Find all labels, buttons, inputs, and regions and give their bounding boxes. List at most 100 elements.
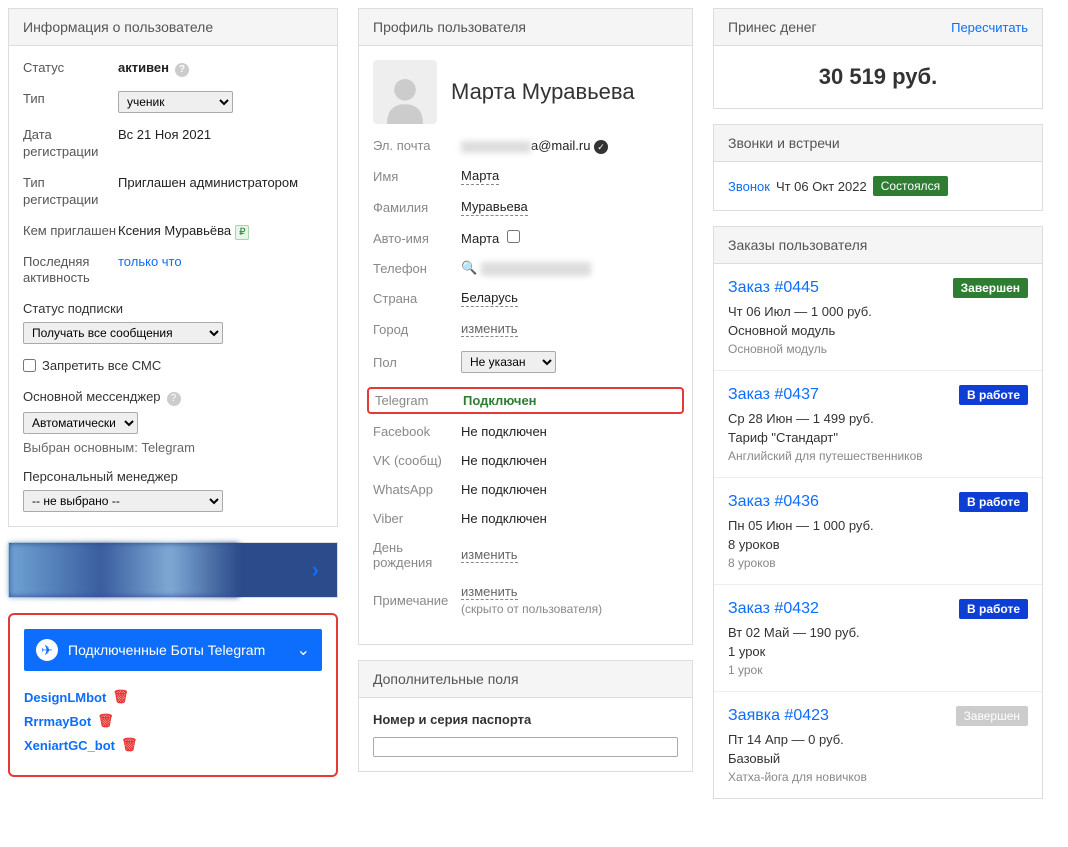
phone-row: Телефон 🔍 xyxy=(373,260,678,276)
bot-name[interactable]: RrrmayBot xyxy=(24,714,91,729)
chevron-right-icon[interactable]: › xyxy=(312,557,319,583)
type-select[interactable]: ученик xyxy=(118,91,233,113)
name-value[interactable]: Марта xyxy=(461,168,499,185)
whatsapp-label: WhatsApp xyxy=(373,482,461,497)
lastact-label: Последняя активность xyxy=(23,254,118,288)
forbid-sms-row[interactable]: Запретить все СМС xyxy=(23,358,323,373)
lastact-value[interactable]: только что xyxy=(118,254,323,269)
regtype-row: Тип регистрации Приглашен администраторо… xyxy=(23,175,323,209)
city-label: Город xyxy=(373,322,461,337)
order-product: Основной модуль xyxy=(728,323,1028,338)
invitedby-value: Ксения Муравьёва xyxy=(118,223,231,238)
search-icon[interactable]: 🔍 xyxy=(461,260,477,275)
order-status-badge: Завершен xyxy=(953,278,1028,298)
trash-icon[interactable]: 🗑 xyxy=(112,689,129,705)
substatus-select[interactable]: Получать все сообщения xyxy=(23,322,223,344)
substatus-label: Статус подписки xyxy=(23,301,323,316)
order-status-badge: В работе xyxy=(959,492,1028,512)
bot-entry[interactable]: XeniartGC_bot 🗑 xyxy=(24,737,322,753)
regdate-row: Дата регистрации Вс 21 Ноя 2021 xyxy=(23,127,323,161)
facebook-row: Facebook Не подключен xyxy=(373,424,678,439)
passport-label: Номер и серия паспорта xyxy=(373,712,678,727)
call-date: Чт 06 Окт 2022 xyxy=(776,179,867,194)
help-icon[interactable]: ? xyxy=(167,392,181,406)
blurred-panel[interactable]: › xyxy=(8,542,338,598)
autoname-row: Авто-имя Марта xyxy=(373,230,678,246)
order-title-link[interactable]: Заказ #0445 xyxy=(728,279,819,297)
order-item: Заказ #0436В работеПн 05 Июн — 1 000 руб… xyxy=(714,478,1042,585)
order-item: Заявка #0423ЗавершенПт 14 Апр — 0 руб.Ба… xyxy=(714,692,1042,798)
order-title-link[interactable]: Заказ #0437 xyxy=(728,386,819,404)
autoname-checkbox[interactable] xyxy=(507,230,520,243)
forbid-sms-checkbox[interactable] xyxy=(23,359,36,372)
whatsapp-row: WhatsApp Не подключен xyxy=(373,482,678,497)
country-label: Страна xyxy=(373,291,461,306)
vk-label: VK (сообщ) xyxy=(373,453,461,468)
lastact-row: Последняя активность только что xyxy=(23,254,323,288)
order-product: Тариф "Стандарт" xyxy=(728,430,1028,445)
invitedby-row: Кем приглашен Ксения Муравьёва₽ xyxy=(23,223,323,240)
order-title-link[interactable]: Заказ #0432 xyxy=(728,600,819,618)
order-subtitle: Основной модуль xyxy=(728,342,1028,356)
bot-entry[interactable]: DesignLMbot 🗑 xyxy=(24,689,322,705)
telegram-bots-bar[interactable]: ✈ Подключенные Боты Telegram ⌄ xyxy=(24,629,322,671)
pm-select[interactable]: -- не выбрано -- xyxy=(23,490,223,512)
bot-name[interactable]: XeniartGC_bot xyxy=(24,738,115,753)
help-icon[interactable]: ? xyxy=(175,63,189,77)
vk-row: VK (сообщ) Не подключен xyxy=(373,453,678,468)
main-messenger-select[interactable]: Автоматически xyxy=(23,412,138,434)
order-title-link[interactable]: Заявка #0423 xyxy=(728,707,829,725)
viber-value: Не подключен xyxy=(461,511,678,526)
phone-label: Телефон xyxy=(373,261,461,276)
orders-panel: Заказы пользователя Заказ #0445ЗавершенЧ… xyxy=(713,226,1043,799)
blurred-content xyxy=(9,543,239,597)
chevron-down-icon[interactable]: ⌄ xyxy=(297,640,310,660)
surname-value[interactable]: Муравьева xyxy=(461,199,528,216)
recalc-link[interactable]: Пересчитать xyxy=(951,20,1028,35)
country-row: Страна Беларусь xyxy=(373,290,678,307)
birthday-row: День рождения изменить xyxy=(373,540,678,570)
user-info-panel: Информация о пользователе Статус активен… xyxy=(8,8,338,527)
city-change-link[interactable]: изменить xyxy=(461,321,518,337)
call-status-badge: Состоялся xyxy=(873,176,948,196)
telegram-bots-label: Подключенные Боты Telegram xyxy=(68,642,297,658)
regdate-value: Вс 21 Ноя 2021 xyxy=(118,127,323,142)
order-date: Чт 06 Июл — 1 000 руб. xyxy=(728,304,1028,319)
passport-input[interactable] xyxy=(373,737,678,757)
telegram-row-highlight: Telegram Подключен xyxy=(367,387,684,414)
birthday-label: День рождения xyxy=(373,540,461,570)
telegram-value: Подключен xyxy=(463,393,676,408)
email-row: Эл. почта a@mail.ru ✓ xyxy=(373,136,678,154)
birthday-change-link[interactable]: изменить xyxy=(461,547,518,563)
order-status-badge: Завершен xyxy=(956,706,1028,726)
extra-fields-panel: Дополнительные поля Номер и серия паспор… xyxy=(358,660,693,772)
note-sub: (скрыто от пользователя) xyxy=(461,602,678,616)
order-date: Вт 02 Май — 190 руб. xyxy=(728,625,1028,640)
forbid-sms-label: Запретить все СМС xyxy=(42,358,161,373)
order-title-link[interactable]: Заказ #0436 xyxy=(728,493,819,511)
country-value[interactable]: Беларусь xyxy=(461,290,518,307)
autoname-value: Марта xyxy=(461,231,499,246)
viber-label: Viber xyxy=(373,511,461,526)
order-date: Ср 28 Июн — 1 499 руб. xyxy=(728,411,1028,426)
status-value: активен xyxy=(118,60,169,75)
call-link[interactable]: Звонок xyxy=(728,179,770,194)
telegram-bots-panel: ✈ Подключенные Боты Telegram ⌄ DesignLMb… xyxy=(8,613,338,777)
regtype-label: Тип регистрации xyxy=(23,175,118,209)
regdate-label: Дата регистрации xyxy=(23,127,118,161)
note-change-link[interactable]: изменить xyxy=(461,584,518,600)
gender-select[interactable]: Не указан xyxy=(461,351,556,373)
main-messenger-note: Выбран основным: Telegram xyxy=(23,440,323,455)
pm-label: Персональный менеджер xyxy=(23,469,323,484)
extra-fields-header: Дополнительные поля xyxy=(359,661,692,698)
status-row: Статус активен? xyxy=(23,60,323,77)
trash-icon[interactable]: 🗑 xyxy=(121,737,138,753)
bot-name[interactable]: DesignLMbot xyxy=(24,690,106,705)
email-blurred xyxy=(461,141,531,153)
trash-icon[interactable]: 🗑 xyxy=(97,713,114,729)
vk-value: Не подключен xyxy=(461,453,678,468)
gender-label: Пол xyxy=(373,355,461,370)
order-subtitle: Английский для путешественников xyxy=(728,449,1028,463)
order-item: Заказ #0445 Завершен Чт 06 Июл — 1 000 руб… xyxy=(714,264,1042,371)
bot-entry[interactable]: RrrmayBot 🗑 xyxy=(24,713,322,729)
